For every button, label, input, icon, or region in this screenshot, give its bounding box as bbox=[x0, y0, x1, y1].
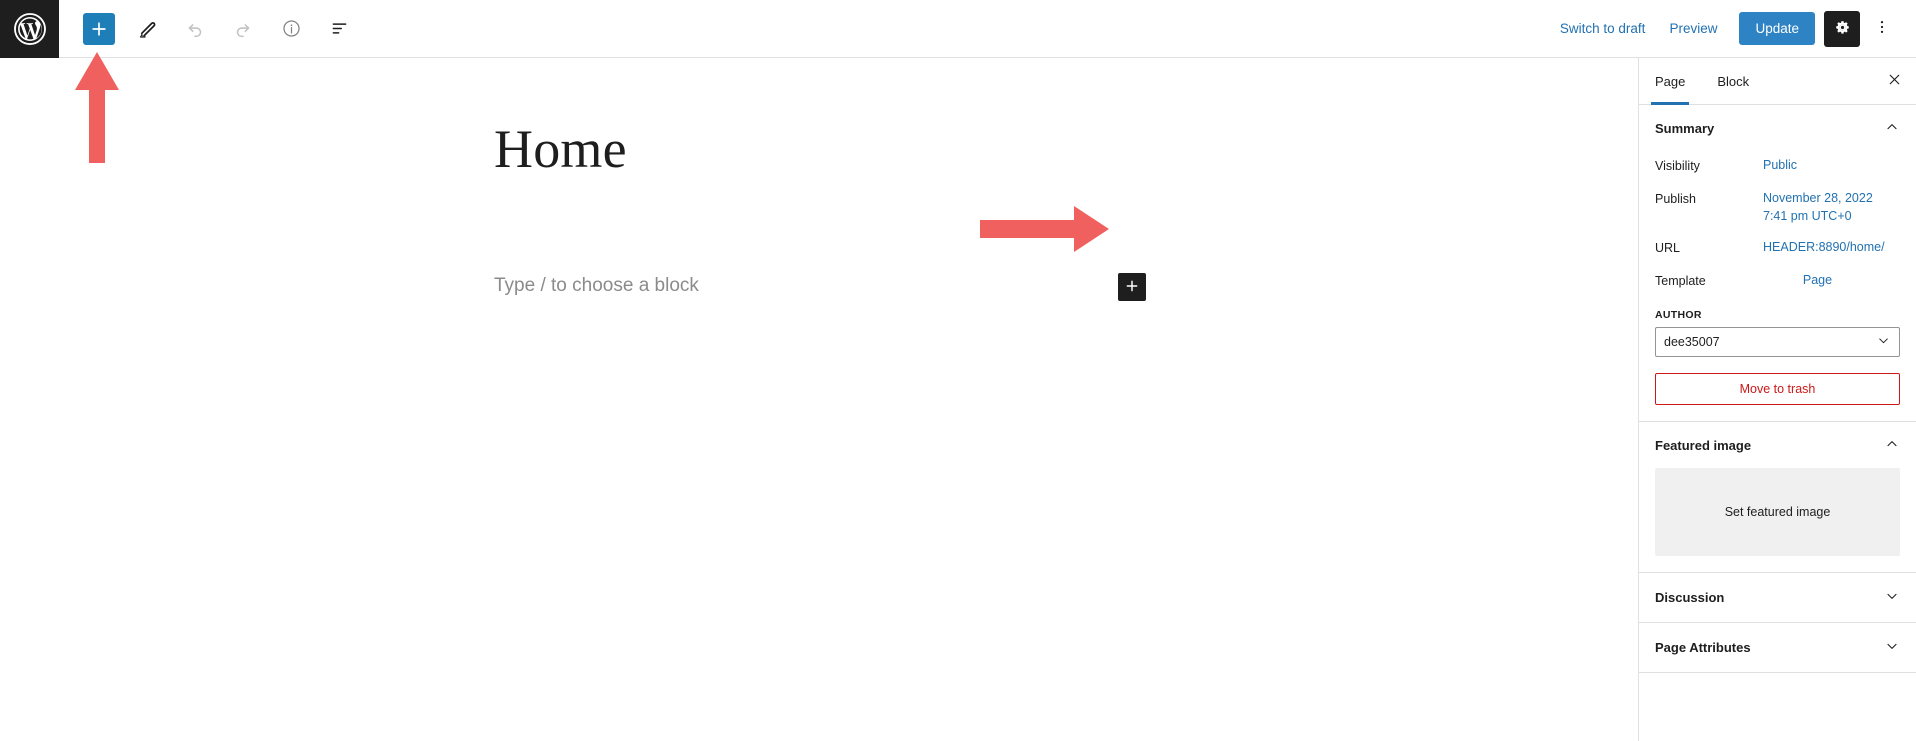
author-select[interactable]: dee35007 bbox=[1655, 326, 1900, 357]
row-template-value[interactable]: Page bbox=[1763, 271, 1900, 289]
row-template-label: Template bbox=[1655, 273, 1706, 288]
more-options-button[interactable] bbox=[1864, 11, 1900, 47]
row-template: Template Page bbox=[1655, 266, 1900, 299]
post-title[interactable]: Home bbox=[494, 118, 627, 180]
set-featured-image-button[interactable]: Set featured image bbox=[1655, 467, 1900, 556]
editor-top-bar: Switch to draft Preview Update bbox=[0, 0, 1916, 58]
row-publish: Publish November 28, 2022 7:41 pm UTC+0 bbox=[1655, 184, 1900, 233]
close-x-icon bbox=[1886, 71, 1903, 91]
top-bar-actions: Switch to draft Preview Update bbox=[1548, 10, 1916, 47]
row-url-value[interactable]: HEADER:8890/home/ bbox=[1763, 238, 1900, 256]
panel-featured-image-body: Set featured image bbox=[1639, 467, 1916, 572]
panel-featured-image-header[interactable]: Featured image bbox=[1639, 422, 1916, 468]
top-bar-tools bbox=[59, 12, 371, 45]
author-field-label: AUTHOR bbox=[1655, 308, 1702, 321]
panel-page-attributes-header[interactable]: Page Attributes bbox=[1639, 623, 1916, 672]
chevron-down-icon bbox=[1884, 588, 1900, 607]
edit-tool-button[interactable] bbox=[131, 13, 163, 45]
pencil-icon bbox=[137, 18, 158, 39]
panel-summary-body: Visibility Public Publish November 28, 2… bbox=[1639, 151, 1916, 421]
move-to-trash-button[interactable]: Move to trash bbox=[1655, 372, 1900, 405]
panel-featured-image: Featured image Set featured image bbox=[1639, 422, 1916, 573]
wordpress-block-editor: Switch to draft Preview Update Home Type… bbox=[0, 0, 1916, 741]
gear-icon bbox=[1833, 18, 1852, 40]
tab-page[interactable]: Page bbox=[1639, 58, 1701, 105]
editor-canvas[interactable]: Home Type / to choose a block bbox=[0, 58, 1638, 741]
sidebar-tabs: Page Block bbox=[1639, 58, 1916, 105]
redo-arrow-icon bbox=[232, 18, 254, 40]
settings-sidebar-toggle-button[interactable] bbox=[1824, 10, 1860, 47]
update-button[interactable]: Update bbox=[1739, 12, 1815, 45]
chevron-down-icon bbox=[1884, 638, 1900, 657]
info-circle-icon bbox=[281, 18, 302, 39]
close-sidebar-button[interactable] bbox=[1876, 58, 1916, 104]
empty-block-placeholder[interactable]: Type / to choose a block bbox=[494, 272, 699, 301]
preview-button[interactable]: Preview bbox=[1657, 13, 1729, 44]
panel-page-attributes-title: Page Attributes bbox=[1655, 639, 1751, 655]
row-url-label: URL bbox=[1655, 241, 1681, 255]
tab-block[interactable]: Block bbox=[1701, 58, 1765, 104]
row-publish-value[interactable]: November 28, 2022 7:41 pm UTC+0 bbox=[1763, 189, 1900, 225]
row-visibility-label: Visibility bbox=[1655, 159, 1700, 173]
three-dots-vertical-icon bbox=[1873, 18, 1891, 39]
panel-discussion-title: Discussion bbox=[1655, 589, 1725, 605]
panel-discussion: Discussion bbox=[1639, 573, 1916, 623]
list-view-icon bbox=[329, 18, 350, 39]
chevron-up-icon bbox=[1884, 436, 1900, 455]
undo-arrow-icon bbox=[184, 18, 206, 40]
chevron-up-icon bbox=[1884, 119, 1900, 138]
wordpress-logo-icon bbox=[13, 12, 47, 46]
chevron-down-icon bbox=[1876, 333, 1891, 351]
panel-summary-title: Summary bbox=[1655, 121, 1715, 136]
block-inserter-toggle-button[interactable] bbox=[83, 12, 115, 45]
inline-block-inserter-button[interactable] bbox=[1118, 273, 1146, 301]
wordpress-logo-button[interactable] bbox=[0, 0, 59, 58]
switch-to-draft-button[interactable]: Switch to draft bbox=[1548, 13, 1658, 44]
row-publish-label: Publish bbox=[1655, 191, 1696, 206]
row-visibility: Visibility Public bbox=[1655, 151, 1900, 184]
panel-discussion-header[interactable]: Discussion bbox=[1639, 573, 1916, 622]
row-visibility-value[interactable]: Public bbox=[1763, 156, 1900, 174]
list-view-button[interactable] bbox=[323, 13, 355, 45]
plus-icon bbox=[89, 19, 109, 39]
editor-settings-sidebar: Page Block Summary Visibility Public Pub… bbox=[1638, 58, 1916, 741]
redo-button[interactable] bbox=[227, 13, 259, 45]
panel-summary: Summary Visibility Public Publish Novemb… bbox=[1639, 105, 1916, 422]
details-info-button[interactable] bbox=[275, 13, 307, 45]
row-url: URL HEADER:8890/home/ bbox=[1655, 233, 1900, 266]
panel-featured-image-title: Featured image bbox=[1655, 437, 1752, 453]
panel-summary-header[interactable]: Summary bbox=[1639, 105, 1916, 151]
panel-page-attributes: Page Attributes bbox=[1639, 623, 1916, 673]
plus-icon bbox=[1124, 278, 1140, 297]
undo-button[interactable] bbox=[179, 13, 211, 45]
author-select-value: dee35007 bbox=[1664, 334, 1720, 349]
